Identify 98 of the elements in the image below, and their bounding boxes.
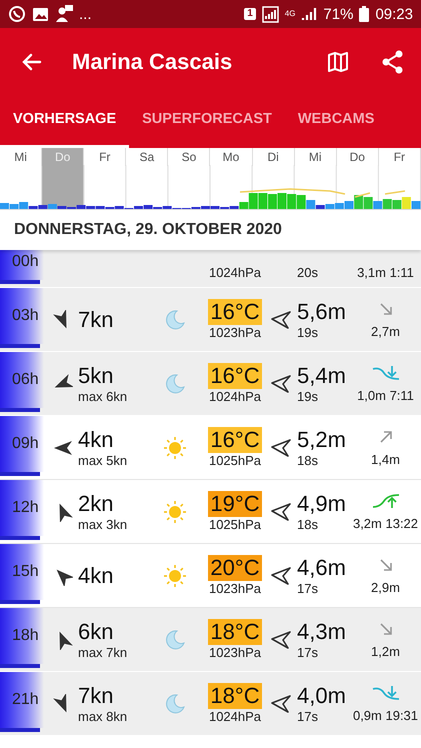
rising-tide-icon xyxy=(372,492,400,510)
precipitation-bar xyxy=(0,472,40,476)
swell-direction-icon xyxy=(271,566,291,584)
pressure: 1025hPa xyxy=(208,516,262,532)
share-icon[interactable] xyxy=(381,50,403,74)
swell-height: 4,0m xyxy=(297,682,346,708)
temperature: 16°C xyxy=(208,426,262,452)
tide-info: 0,9m 19:31 xyxy=(352,708,418,724)
wind-speed: 5kn xyxy=(78,362,114,388)
battery-percent: 71% xyxy=(323,6,354,22)
wind-gust: max 7kn xyxy=(78,644,128,660)
screen-title: Marina Cascais xyxy=(72,48,234,76)
pressure: 1023hPa xyxy=(208,644,262,660)
swell-height: 5,2m xyxy=(297,426,346,452)
temperature: 18°C xyxy=(208,618,262,644)
day-tab[interactable]: Mo xyxy=(210,148,253,166)
temperature: 18°C xyxy=(208,682,262,708)
swell-direction-icon xyxy=(271,502,291,520)
day-tab[interactable]: Sa xyxy=(126,148,168,166)
wind-gust: max 6kn xyxy=(78,388,128,404)
tide-info: 3,1m 1:11 xyxy=(357,265,414,281)
moon-icon xyxy=(163,372,187,396)
swell-period: 20s xyxy=(297,265,318,281)
swell-height: 4,6m xyxy=(297,554,346,580)
wind-gust: max 3kn xyxy=(78,516,128,532)
wind-speed: 4kn xyxy=(78,426,114,452)
tide-info: 1,4m xyxy=(371,452,400,468)
wind-gust: max 8kn xyxy=(78,708,128,724)
network-type-text: 4G xyxy=(284,10,296,18)
swell-period: 19s xyxy=(297,324,318,340)
moon-icon xyxy=(163,628,187,652)
sun-icon xyxy=(163,436,187,460)
more-notifications-text: ... xyxy=(79,6,92,22)
day-tab[interactable]: Do xyxy=(336,148,379,166)
pressure: 1025hPa xyxy=(208,452,262,468)
tide-info: 1,2m xyxy=(371,644,400,660)
wind-speed: 4kn xyxy=(78,562,114,588)
wind-speed: 6kn xyxy=(78,618,114,644)
swell-height: 4,9m xyxy=(297,490,346,516)
swell-period: 17s xyxy=(297,580,318,596)
pressure: 1024hPa xyxy=(208,265,262,281)
pressure: 1023hPa xyxy=(208,324,262,340)
precipitation-bar xyxy=(0,536,40,540)
tide-info: 2,9m xyxy=(371,580,400,596)
wind-speed: 2kn xyxy=(78,490,114,516)
day-tab[interactable]: Fr xyxy=(84,148,126,166)
temperature: 16°C xyxy=(208,362,262,388)
sun-icon xyxy=(163,500,187,524)
signal-icon xyxy=(262,6,279,22)
swell-direction-icon xyxy=(271,374,291,392)
pressure: 1023hPa xyxy=(208,580,262,596)
moon-icon xyxy=(163,692,187,716)
pressure: 1024hPa xyxy=(208,708,262,724)
precipitation-bar xyxy=(0,280,40,284)
swell-period: 17s xyxy=(297,708,318,724)
image-icon xyxy=(32,6,49,22)
swell-direction-icon xyxy=(271,438,291,456)
clock: 09:23 xyxy=(375,6,413,22)
swell-height: 4,3m xyxy=(297,618,346,644)
day-tab[interactable]: Fr xyxy=(378,148,421,166)
precipitation-bar xyxy=(0,600,40,604)
falling-tide-icon xyxy=(372,364,400,382)
pressure: 1024hPa xyxy=(208,388,262,404)
tide-info: 3,2m 13:22 xyxy=(352,516,418,532)
temperature: 20°C xyxy=(208,554,262,580)
signal-bars-icon xyxy=(301,6,318,22)
swell-height: 5,6m xyxy=(297,298,346,324)
swell-direction-icon xyxy=(271,694,291,712)
map-icon[interactable] xyxy=(327,50,349,72)
precipitation-bar xyxy=(0,344,40,348)
swell-period: 18s xyxy=(297,452,318,468)
day-tab[interactable]: Mi xyxy=(294,148,337,166)
person-icon xyxy=(55,5,73,23)
tide-info: 2,7m xyxy=(371,324,400,340)
temperature: 19°C xyxy=(208,490,262,516)
wind-speed: 7kn xyxy=(78,682,114,708)
moon-icon xyxy=(163,308,187,332)
sun-icon xyxy=(163,564,187,588)
falling-tide-icon xyxy=(372,684,400,702)
precipitation-bar xyxy=(0,408,40,412)
day-tab[interactable]: Di xyxy=(252,148,295,166)
temperature: 16°C xyxy=(208,298,262,324)
precipitation-bar xyxy=(0,728,40,732)
swell-period: 19s xyxy=(297,388,318,404)
chat-icon xyxy=(8,5,26,23)
sim-indicator: 1 xyxy=(244,8,256,20)
swell-direction-icon xyxy=(271,630,291,648)
precipitation-bar xyxy=(0,664,40,668)
wind-gust: max 5kn xyxy=(78,452,128,468)
battery-icon xyxy=(359,6,370,22)
swell-period: 18s xyxy=(297,516,318,532)
swell-height: 5,4m xyxy=(297,362,346,388)
day-tab[interactable]: So xyxy=(168,148,210,166)
wind-speed: 7kn xyxy=(78,306,114,332)
swell-period: 17s xyxy=(297,644,318,660)
date-header: DONNERSTAG, 29. OKTOBER 2020 xyxy=(0,210,421,250)
swell-direction-icon xyxy=(271,310,291,328)
tide-info: 1,0m 7:11 xyxy=(357,388,414,404)
